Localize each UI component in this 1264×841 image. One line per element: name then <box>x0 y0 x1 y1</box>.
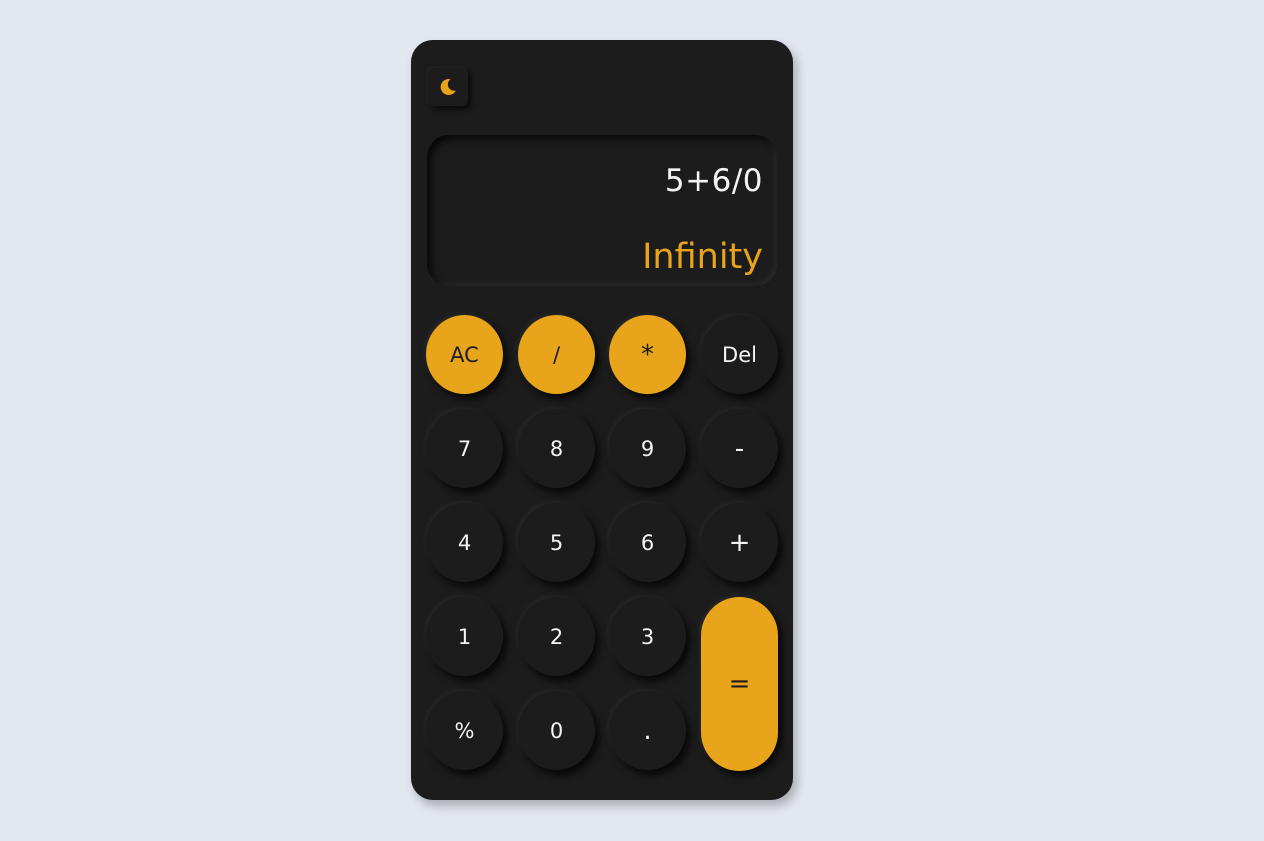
calculator: 5+6/0 Infinity AC / * Del 7 8 9 - 4 5 6 … <box>411 40 793 800</box>
digit-7-button[interactable]: 7 <box>426 409 503 488</box>
result-text: Infinity <box>642 237 763 277</box>
digit-3-button[interactable]: 3 <box>609 597 686 676</box>
digit-1-button[interactable]: 1 <box>426 597 503 676</box>
decimal-point-button[interactable]: . <box>609 691 686 770</box>
clear-button[interactable]: AC <box>426 315 503 394</box>
multiply-button[interactable]: * <box>609 315 686 394</box>
digit-2-button[interactable]: 2 <box>518 597 595 676</box>
digit-0-button[interactable]: 0 <box>518 691 595 770</box>
divide-button[interactable]: / <box>518 315 595 394</box>
percent-button[interactable]: % <box>426 691 503 770</box>
digit-5-button[interactable]: 5 <box>518 503 595 582</box>
expression-text: 5+6/0 <box>664 163 763 199</box>
delete-button[interactable]: Del <box>701 315 778 394</box>
plus-button[interactable]: + <box>701 503 778 582</box>
theme-toggle-button[interactable] <box>428 68 468 106</box>
digit-8-button[interactable]: 8 <box>518 409 595 488</box>
minus-button[interactable]: - <box>701 409 778 488</box>
digit-4-button[interactable]: 4 <box>426 503 503 582</box>
equals-button[interactable]: = <box>701 597 778 771</box>
display-screen: 5+6/0 Infinity <box>427 135 777 286</box>
digit-6-button[interactable]: 6 <box>609 503 686 582</box>
moon-icon <box>438 77 458 97</box>
digit-9-button[interactable]: 9 <box>609 409 686 488</box>
